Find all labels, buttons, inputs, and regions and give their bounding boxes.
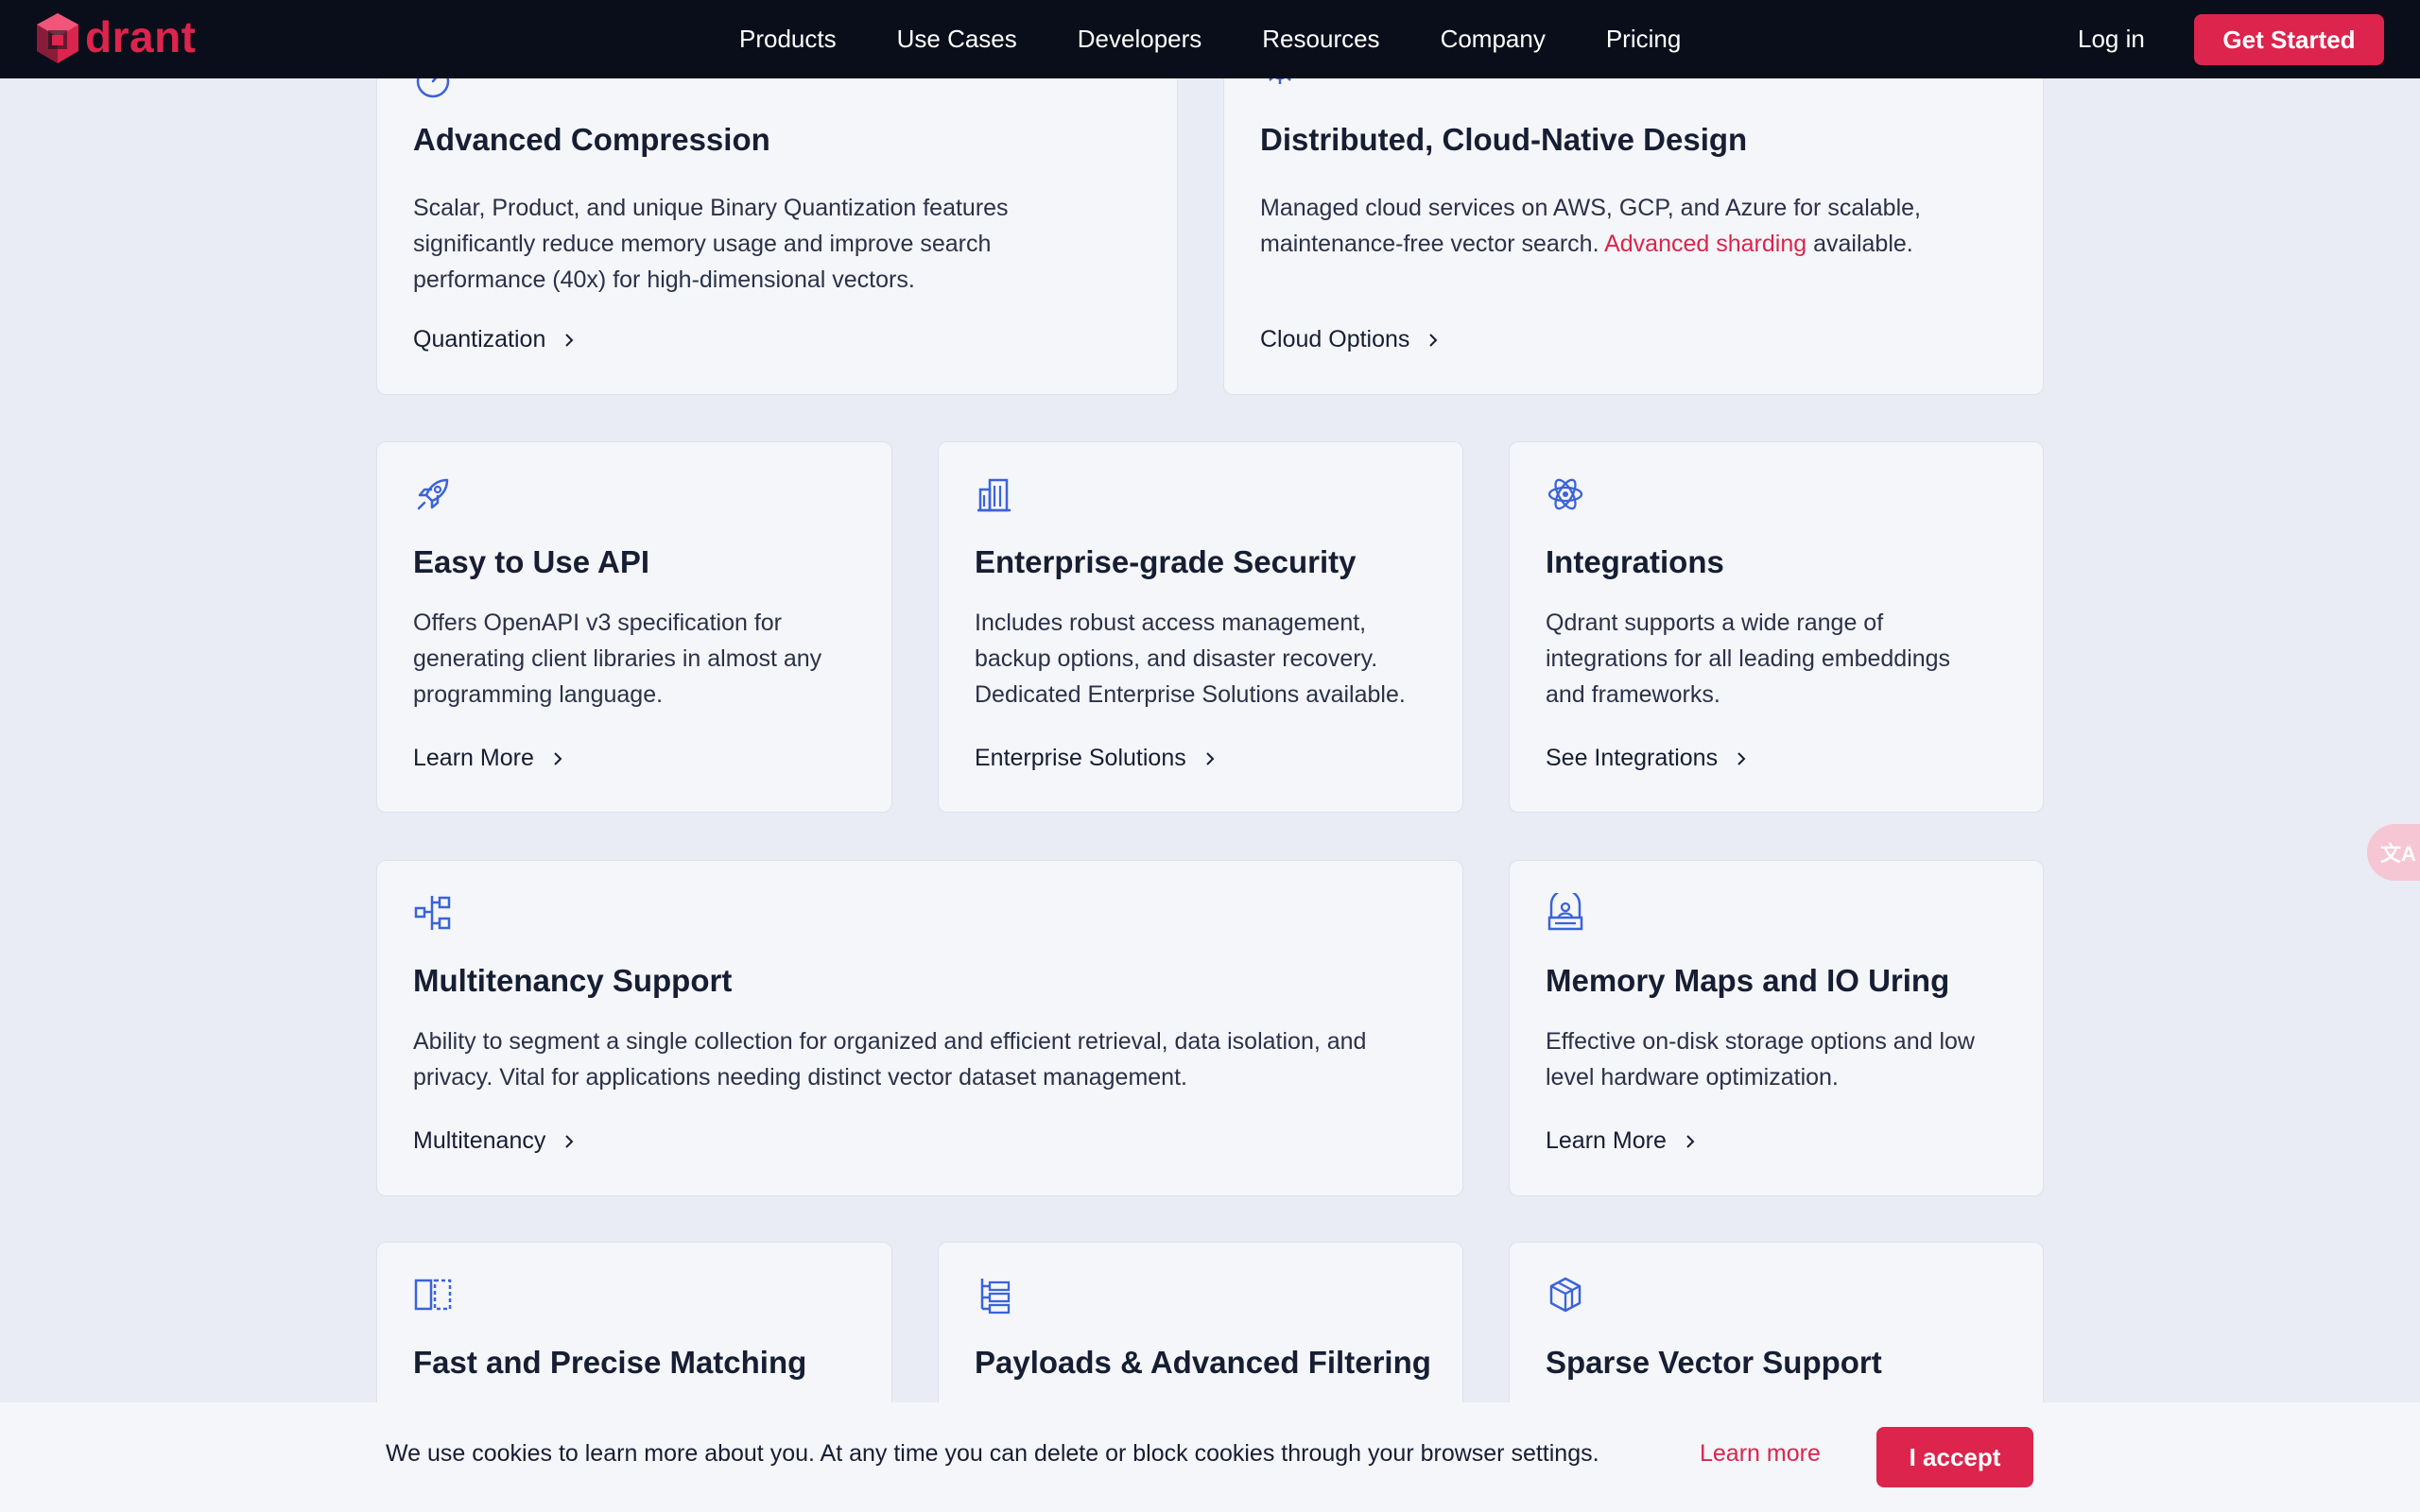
enterprise-solutions-link[interactable]: Enterprise Solutions xyxy=(975,745,1217,772)
card-title: Integrations xyxy=(1546,544,1724,579)
learn-more-link[interactable]: Learn More xyxy=(413,745,564,772)
card-title: Multitenancy Support xyxy=(413,963,733,998)
chevron-right-icon xyxy=(565,333,574,347)
link-label: Cloud Options xyxy=(1260,326,1410,352)
card-enterprise-security: Enterprise-grade Security Includes robus… xyxy=(938,441,1463,813)
building-icon xyxy=(975,474,1014,514)
hierarchy-icon xyxy=(413,893,453,933)
cookie-banner: We use cookies to learn more about you. … xyxy=(0,1402,2420,1512)
card-title: Fast and Precise Matching xyxy=(413,1345,807,1380)
see-integrations-link[interactable]: See Integrations xyxy=(1546,745,1748,772)
cubes-icon xyxy=(1546,1275,1585,1314)
nav-resources[interactable]: Resources xyxy=(1262,25,1379,54)
atom-icon xyxy=(1546,474,1585,514)
quantization-link[interactable]: Quantization xyxy=(413,326,576,353)
card-description: Qdrant supports a wide range of integrat… xyxy=(1546,605,1950,713)
chevron-right-icon xyxy=(1737,751,1746,765)
desc-line: integrations for all leading embeddings xyxy=(1546,645,1951,672)
desc-line: maintenance-free vector search. Advanced… xyxy=(1260,226,1921,262)
desc-line: Effective on-disk storage options and lo… xyxy=(1546,1028,1975,1055)
card-title: Easy to Use API xyxy=(413,544,650,579)
card-title: Distributed, Cloud-Native Design xyxy=(1260,122,1748,157)
card-integrations: Integrations Qdrant supports a wide rang… xyxy=(1509,441,2044,813)
nav-products[interactable]: Products xyxy=(739,25,837,54)
desc-line: Offers OpenAPI v3 specification for xyxy=(413,610,783,636)
desc-line: and frameworks. xyxy=(1546,681,1720,708)
card-advanced-compression: Advanced Compression Scalar, Product, an… xyxy=(376,38,1178,395)
card-easy-api: Easy to Use API Offers OpenAPI v3 specif… xyxy=(376,441,892,813)
nav-pricing[interactable]: Pricing xyxy=(1606,25,1681,54)
main-nav: Products Use Cases Developers Resources … xyxy=(739,0,1681,78)
chevron-right-icon xyxy=(1206,751,1215,765)
card-title: Memory Maps and IO Uring xyxy=(1546,963,1950,998)
cookie-message: We use cookies to learn more about you. … xyxy=(386,1440,1599,1467)
desc-line: level hardware optimization. xyxy=(1546,1064,1839,1091)
link-label: Quantization xyxy=(413,326,546,352)
cloud-options-link[interactable]: Cloud Options xyxy=(1260,326,1440,353)
chevron-right-icon xyxy=(1686,1134,1695,1148)
tree-list-icon xyxy=(975,1275,1014,1314)
card-title: Sparse Vector Support xyxy=(1546,1345,1882,1380)
nav-company[interactable]: Company xyxy=(1441,25,1546,54)
desc-line: performance (40x) for high-dimensional v… xyxy=(413,266,915,293)
desc-line: Dedicated Enterprise Solutions available… xyxy=(975,681,1406,708)
card-title: Advanced Compression xyxy=(413,122,770,157)
advanced-sharding-link[interactable]: Advanced sharding xyxy=(1604,231,1806,257)
card-description: Managed cloud services on AWS, GCP, and … xyxy=(1260,190,1921,262)
desc-line: significantly reduce memory usage and im… xyxy=(413,231,992,257)
split-box-icon xyxy=(413,1275,453,1314)
card-description: Offers OpenAPI v3 specification for gene… xyxy=(413,605,821,713)
desc-line: Ability to segment a single collection f… xyxy=(413,1028,1367,1055)
cookie-learn-more-link[interactable]: Learn more xyxy=(1700,1440,1821,1468)
desc-line: Includes robust access management, xyxy=(975,610,1367,636)
card-title: Enterprise-grade Security xyxy=(975,544,1357,579)
link-label: Learn More xyxy=(413,745,534,771)
desc-line: generating client libraries in almost an… xyxy=(413,645,822,672)
link-label: See Integrations xyxy=(1546,745,1719,771)
card-description: Includes robust access management, backu… xyxy=(975,605,1406,713)
card-description: Effective on-disk storage options and lo… xyxy=(1546,1023,1975,1095)
desc-line: privacy. Vital for applications needing … xyxy=(413,1064,1187,1091)
link-label: Learn More xyxy=(1546,1127,1667,1154)
brand-name: drant xyxy=(85,12,197,61)
link-label: Enterprise Solutions xyxy=(975,745,1186,771)
chevron-right-icon xyxy=(554,751,562,765)
qdrant-logo[interactable]: drant xyxy=(34,11,197,66)
card-distributed-design: Distributed, Cloud-Native Design Managed… xyxy=(1223,38,2044,395)
link-label: Multitenancy xyxy=(413,1127,546,1154)
card-description: Scalar, Product, and unique Binary Quant… xyxy=(413,190,1009,298)
top-navbar: drant Products Use Cases Developers Reso… xyxy=(0,0,2420,78)
card-title: Payloads & Advanced Filtering xyxy=(975,1345,1431,1380)
get-started-button[interactable]: Get Started xyxy=(2194,14,2384,65)
nav-developers[interactable]: Developers xyxy=(1078,25,1202,54)
learn-more-link[interactable]: Learn More xyxy=(1546,1127,1697,1155)
desc-line: Qdrant supports a wide range of xyxy=(1546,610,1884,636)
multitenancy-link[interactable]: Multitenancy xyxy=(413,1127,576,1155)
chevron-right-icon xyxy=(565,1134,574,1148)
desc-line: backup options, and disaster recovery. xyxy=(975,645,1378,672)
nav-use-cases[interactable]: Use Cases xyxy=(897,25,1017,54)
qdrant-logo-icon xyxy=(37,13,78,63)
card-description: Ability to segment a single collection f… xyxy=(413,1023,1366,1095)
desc-text: maintenance-free vector search. xyxy=(1260,231,1599,257)
chevron-right-icon xyxy=(1429,333,1438,347)
cookie-accept-button[interactable]: I accept xyxy=(1876,1427,2033,1487)
rocket-icon xyxy=(413,474,453,514)
desc-line: programming language. xyxy=(413,681,664,708)
desc-line: Managed cloud services on AWS, GCP, and … xyxy=(1260,195,1921,221)
desc-line: Scalar, Product, and unique Binary Quant… xyxy=(413,195,1009,221)
card-multitenancy: Multitenancy Support Ability to segment … xyxy=(376,860,1463,1196)
desc-text: available. xyxy=(1813,231,1913,257)
card-memory-maps: Memory Maps and IO Uring Effective on-di… xyxy=(1509,860,2044,1196)
login-link[interactable]: Log in xyxy=(2078,0,2145,78)
storage-icon xyxy=(1546,893,1585,933)
translate-button[interactable]: 文A xyxy=(2367,824,2420,881)
translate-icon: 文A xyxy=(2380,842,2416,866)
